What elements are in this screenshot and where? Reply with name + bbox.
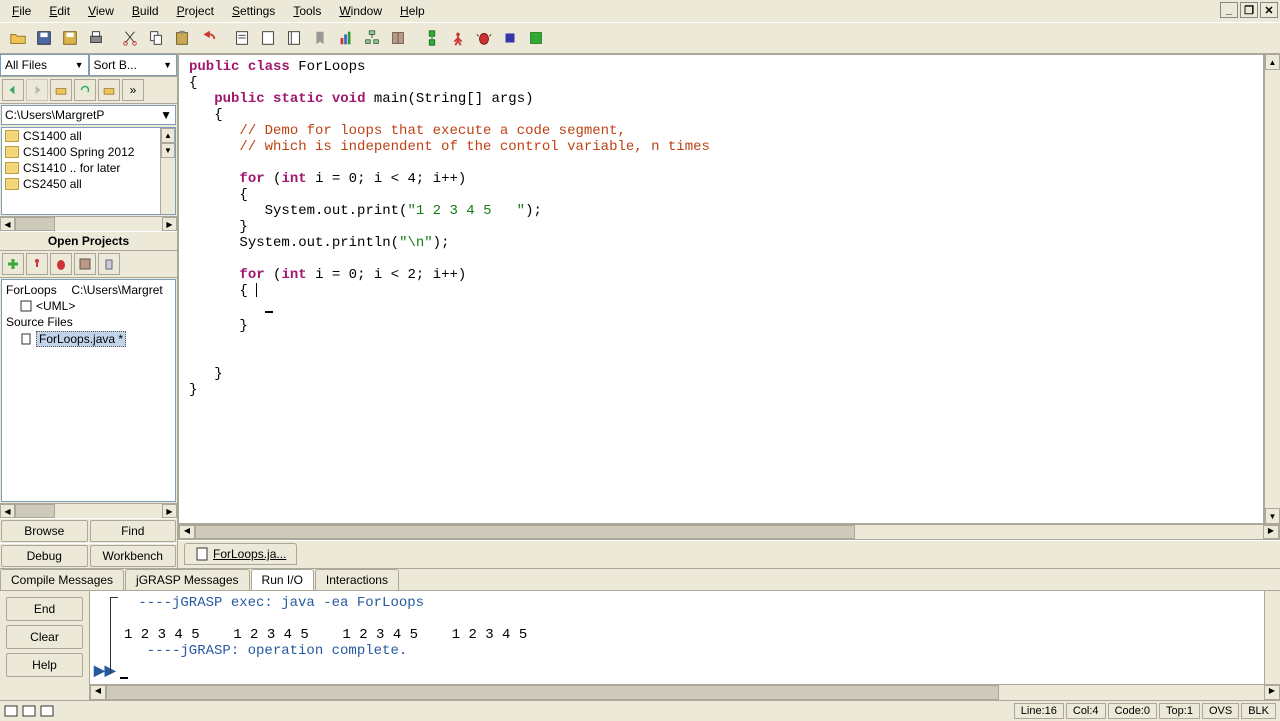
browse-button[interactable]: Browse	[1, 520, 88, 542]
status-icon-3[interactable]	[40, 704, 56, 718]
paste-icon[interactable]	[170, 26, 194, 50]
code-editor[interactable]: public class ForLoops { public static vo…	[178, 54, 1264, 524]
tree-hscroll[interactable]: ◀▶	[0, 503, 177, 518]
text-cursor	[265, 299, 273, 313]
path-dropdown[interactable]: C:\Users\MargretP▼	[1, 105, 176, 125]
run-icon[interactable]	[446, 26, 470, 50]
statusbar: Line:16 Col:4 Code:0 Top:1 OVS BLK	[0, 700, 1280, 720]
flowchart-icon[interactable]	[360, 26, 384, 50]
proj-jar-icon[interactable]	[98, 253, 120, 275]
undo-icon[interactable]	[196, 26, 220, 50]
nav-refresh-button[interactable]	[74, 79, 96, 101]
cut-icon[interactable]	[118, 26, 142, 50]
menu-build[interactable]: Build	[124, 2, 167, 20]
editor-hscroll[interactable]: ◀▶	[178, 524, 1280, 540]
project-root[interactable]: ForLoops C:\Users\Margret	[4, 282, 173, 298]
menu-project[interactable]: Project	[169, 2, 222, 20]
applet-icon[interactable]	[524, 26, 548, 50]
nav-back-button[interactable]	[2, 79, 24, 101]
find-button[interactable]: Find	[90, 520, 177, 542]
debug-icon[interactable]	[472, 26, 496, 50]
left-panel: All Files▼ Sort B...▼ » C:\Users\Margret…	[0, 54, 178, 568]
minimize-button[interactable]: _	[1220, 2, 1238, 18]
help-button[interactable]: Help	[6, 653, 83, 677]
menubar: File Edit View Build Project Settings To…	[0, 0, 1280, 23]
main-toolbar	[0, 23, 1280, 54]
output-vscroll[interactable]	[1264, 591, 1280, 684]
nav-home-button[interactable]	[98, 79, 120, 101]
file-tabs: ForLoops.ja...	[178, 540, 1280, 568]
bargraph-icon[interactable]	[334, 26, 358, 50]
folder-vscroll[interactable]: ▲▼	[160, 128, 175, 214]
sort-dropdown[interactable]: Sort B...▼	[89, 54, 178, 76]
output-console[interactable]: ----jGRASP exec: java -ea ForLoops 1 2 3…	[90, 591, 1280, 700]
status-ovs: OVS	[1202, 703, 1239, 719]
bottom-tabs: Compile Messages jGRASP Messages Run I/O…	[0, 568, 1280, 590]
status-top: Top:1	[1159, 703, 1200, 719]
menu-view[interactable]: View	[80, 2, 122, 20]
editor-vscroll[interactable]: ▲▼	[1264, 54, 1280, 524]
close-button[interactable]: ✕	[1260, 2, 1278, 18]
cube-icon[interactable]	[498, 26, 522, 50]
nav-up-button[interactable]	[50, 79, 72, 101]
menu-file[interactable]: File	[4, 2, 39, 20]
csd-icon[interactable]	[230, 26, 254, 50]
open-icon[interactable]	[6, 26, 30, 50]
menu-window[interactable]: Window	[331, 2, 390, 20]
compile-icon[interactable]	[420, 26, 444, 50]
folder-item[interactable]: CS1410 .. for later	[2, 160, 175, 176]
proj-book-icon[interactable]	[74, 253, 96, 275]
uml-node[interactable]: <UML>	[4, 298, 173, 314]
output-hscroll[interactable]: ◀▶	[90, 684, 1280, 700]
restore-button[interactable]: ❐	[1240, 2, 1258, 18]
file-tab[interactable]: ForLoops.ja...	[184, 543, 297, 565]
window-controls: _ ❐ ✕	[1220, 2, 1278, 18]
file-filter-dropdown[interactable]: All Files▼	[0, 54, 89, 76]
line-num-icon[interactable]	[282, 26, 306, 50]
menu-edit[interactable]: Edit	[41, 2, 78, 20]
proj-run-icon[interactable]	[26, 253, 48, 275]
bookmark-icon[interactable]	[308, 26, 332, 50]
source-files-node[interactable]: Source Files	[4, 314, 173, 330]
status-line: Line:16	[1014, 703, 1064, 719]
new-file-icon[interactable]	[256, 26, 280, 50]
print-icon[interactable]	[84, 26, 108, 50]
folder-item[interactable]: CS1400 Spring 2012	[2, 144, 175, 160]
tab-interactions[interactable]: Interactions	[315, 569, 399, 590]
menu-settings[interactable]: Settings	[224, 2, 283, 20]
menu-tools[interactable]: Tools	[285, 2, 329, 20]
status-icon-2[interactable]	[22, 704, 38, 718]
folder-item[interactable]: CS2450 all	[2, 176, 175, 192]
status-col: Col:4	[1066, 703, 1106, 719]
folder-hscroll[interactable]: ◀▶	[0, 216, 177, 231]
workbench-button[interactable]: Workbench	[90, 545, 177, 567]
end-button[interactable]: End	[6, 597, 83, 621]
folder-list: CS1400 all CS1400 Spring 2012 CS1410 .. …	[1, 127, 176, 215]
save-icon[interactable]	[32, 26, 56, 50]
output-area: End Clear Help ----jGRASP exec: java -ea…	[0, 590, 1280, 700]
clear-button[interactable]: Clear	[6, 625, 83, 649]
save-as-icon[interactable]	[58, 26, 82, 50]
nav-forward-button[interactable]	[26, 79, 48, 101]
tab-compile[interactable]: Compile Messages	[0, 569, 124, 590]
menu-help[interactable]: Help	[392, 2, 433, 20]
status-blk: BLK	[1241, 703, 1276, 719]
project-tree: ForLoops C:\Users\Margret <UML> Source F…	[1, 279, 176, 502]
proj-debug-icon[interactable]	[50, 253, 72, 275]
source-file[interactable]: ForLoops.java *	[4, 330, 173, 348]
nav-more-button[interactable]: »	[122, 79, 144, 101]
tab-runio[interactable]: Run I/O	[251, 569, 314, 590]
editor-area: public class ForLoops { public static vo…	[178, 54, 1280, 568]
status-code: Code:0	[1108, 703, 1157, 719]
status-icon-1[interactable]	[4, 704, 20, 718]
open-projects-header: Open Projects	[0, 231, 177, 251]
proj-add-icon[interactable]	[2, 253, 24, 275]
debug-button[interactable]: Debug	[1, 545, 88, 567]
book-icon[interactable]	[386, 26, 410, 50]
tab-jgrasp[interactable]: jGRASP Messages	[125, 569, 250, 590]
folder-item[interactable]: CS1400 all	[2, 128, 175, 144]
copy-icon[interactable]	[144, 26, 168, 50]
